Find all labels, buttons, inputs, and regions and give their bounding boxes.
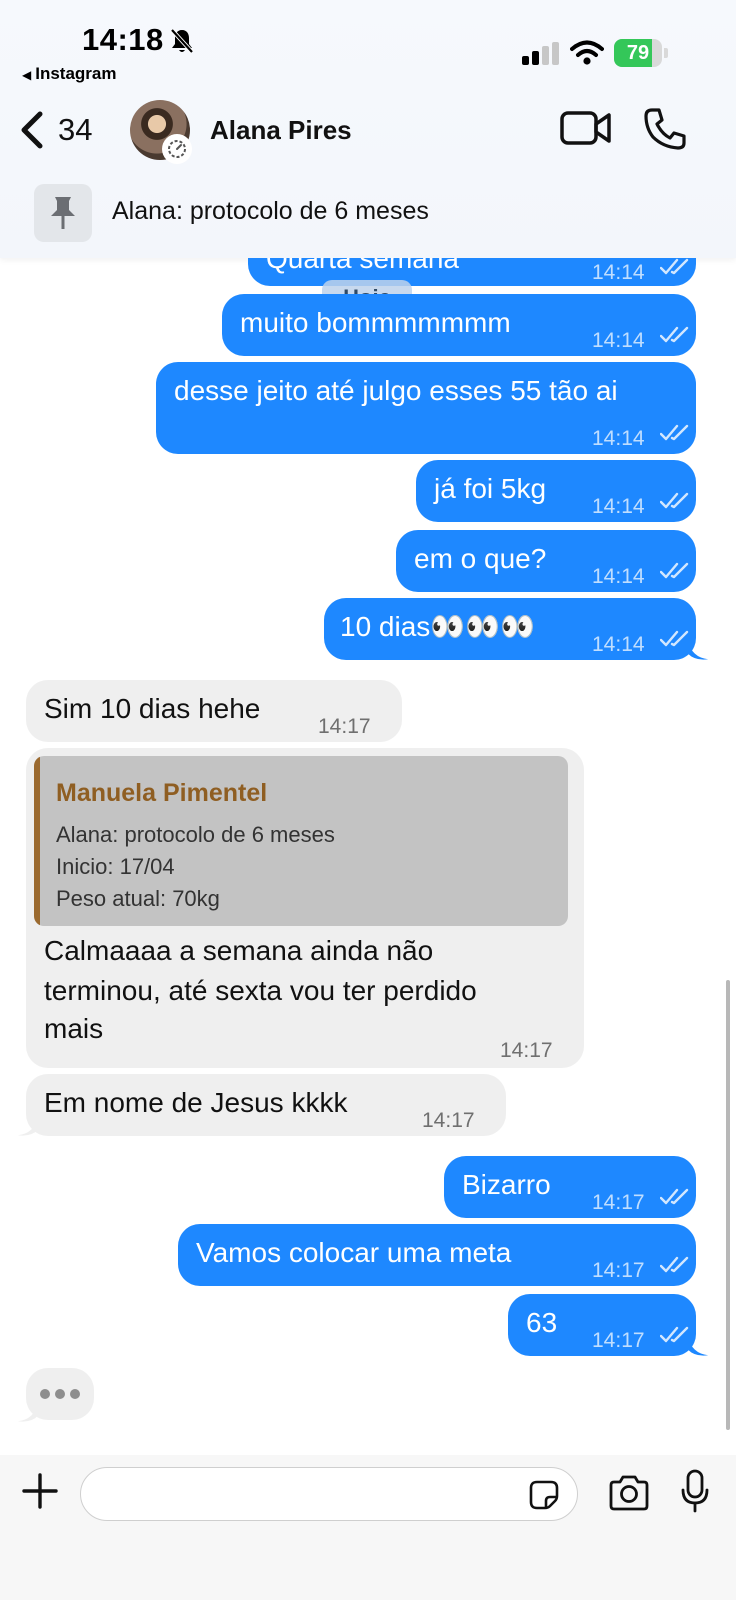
- message-bubble-out[interactable]: 10 dias👀👀👀 14:14: [324, 598, 696, 660]
- message-bubble-out[interactable]: Vamos colocar uma meta 14:17: [178, 1224, 696, 1286]
- message-time: 14:14: [592, 329, 645, 352]
- video-camera-icon[interactable]: [560, 109, 612, 147]
- message-time: 14:14: [592, 495, 645, 518]
- quote-line: Peso atual: 70kg: [56, 886, 220, 911]
- message-text: em o que?: [414, 543, 547, 574]
- read-checks-icon: [660, 424, 689, 441]
- message-composer: [0, 1455, 736, 1600]
- pin-button[interactable]: [34, 184, 92, 242]
- pinned-message-text: Alana: protocolo de 6 meses: [112, 197, 429, 225]
- timer-icon: [168, 140, 186, 158]
- message-text: 63: [526, 1307, 558, 1338]
- read-checks-icon: [660, 258, 689, 275]
- back-to-app-link[interactable]: ◀ Instagram: [22, 64, 116, 84]
- message-bubble-out[interactable]: em o que? 14:14: [396, 530, 696, 592]
- message-time: 14:14: [592, 565, 645, 588]
- bell-slash-icon: [170, 28, 194, 54]
- message-text: muito bommmmmmm: [240, 307, 511, 338]
- quoted-message[interactable]: Manuela Pimentel Alana: protocolo de 6 m…: [34, 756, 568, 926]
- wifi-icon: [570, 40, 604, 65]
- back-button[interactable]: 34: [18, 107, 92, 153]
- pin-icon: [51, 197, 75, 229]
- message-bubble-out[interactable]: Bizarro 14:17: [444, 1156, 696, 1218]
- message-bubble-in[interactable]: Sim 10 dias hehe 14:17: [26, 680, 402, 742]
- message-text: Quarta semana: [266, 258, 459, 274]
- sticker-icon[interactable]: [528, 1479, 560, 1511]
- message-time: 14:17: [500, 1039, 553, 1062]
- message-text: desse jeito até julgo esses 55 tão ai: [174, 375, 618, 406]
- message-text: Sim 10 dias hehe: [44, 693, 261, 724]
- message-bubble-in-reply[interactable]: Manuela Pimentel Alana: protocolo de 6 m…: [26, 748, 584, 1068]
- message-text: Vamos colocar uma meta: [196, 1237, 512, 1268]
- signal-icon: [522, 42, 559, 65]
- message-bubble-out[interactable]: Quarta semana 14:14: [248, 258, 696, 286]
- message-list[interactable]: Quarta semana 14:14 Hoje muito bommmmmmm…: [0, 258, 736, 1455]
- status-badge: [162, 134, 192, 164]
- message-input[interactable]: [80, 1467, 578, 1521]
- back-triangle-icon: ◀: [22, 68, 32, 82]
- message-text: 10 dias👀👀👀: [340, 611, 535, 642]
- message-text-line: terminou, até sexta vou ter perdido: [44, 975, 477, 1006]
- camera-icon[interactable]: [608, 1475, 650, 1511]
- message-time: 14:17: [592, 1329, 645, 1352]
- quote-author: Manuela Pimentel: [56, 779, 268, 807]
- unread-count: 34: [58, 112, 93, 147]
- bubble-tail: [688, 640, 709, 660]
- message-bubble-out[interactable]: desse jeito até julgo esses 55 tão ai 14…: [156, 362, 696, 454]
- message-bubble-out[interactable]: 63 14:17: [508, 1294, 696, 1356]
- bubble-tail: [17, 1402, 38, 1422]
- message-bubble-out[interactable]: já foi 5kg 14:14: [416, 460, 696, 522]
- avatar[interactable]: [130, 100, 192, 164]
- phone-icon[interactable]: [643, 107, 687, 151]
- message-time: 14:17: [422, 1109, 475, 1132]
- bubble-tail: [17, 1116, 38, 1136]
- scrollbar[interactable]: [726, 980, 730, 1430]
- battery-percent: 79: [626, 42, 650, 64]
- read-checks-icon: [660, 326, 689, 343]
- message-bubble-in[interactable]: Em nome de Jesus kkkk 14:17: [26, 1074, 506, 1136]
- message-bubble-out[interactable]: muito bommmmmmm 14:14: [222, 294, 696, 356]
- read-checks-icon: [660, 492, 689, 509]
- read-checks-icon: [660, 562, 689, 579]
- read-checks-icon: [660, 1256, 689, 1273]
- message-text: Bizarro: [462, 1169, 551, 1200]
- contact-name[interactable]: Alana Pires: [210, 115, 352, 146]
- message-time: 14:14: [592, 427, 645, 450]
- message-time: 14:17: [592, 1191, 645, 1214]
- message-text-line: Calmaaaa a semana ainda não: [44, 935, 434, 966]
- battery-indicator: 79: [614, 39, 668, 67]
- quote-accent-bar: [34, 756, 40, 926]
- message-time: 14:14: [592, 633, 645, 656]
- read-checks-icon: [660, 1188, 689, 1205]
- microphone-icon[interactable]: [680, 1469, 710, 1513]
- message-text: Em nome de Jesus kkkk: [44, 1087, 348, 1118]
- message-time: 14:17: [592, 1259, 645, 1282]
- message-text: já foi 5kg: [434, 473, 547, 504]
- message-text-line: mais: [44, 1013, 104, 1044]
- status-bar: 14:18 ◀ Instagram 79: [0, 0, 736, 95]
- bubble-tail: [688, 1336, 709, 1356]
- message-time: 14:17: [318, 715, 371, 738]
- chevron-left-icon: [21, 111, 43, 149]
- back-app-label: Instagram: [35, 64, 117, 83]
- conversation-nav: 34 Alana Pires: [0, 95, 736, 165]
- plus-icon[interactable]: [20, 1471, 60, 1511]
- message-time: 14:14: [592, 261, 645, 284]
- pinned-message-bar[interactable]: Alana: protocolo de 6 meses: [0, 180, 736, 250]
- status-time: 14:18: [82, 22, 164, 57]
